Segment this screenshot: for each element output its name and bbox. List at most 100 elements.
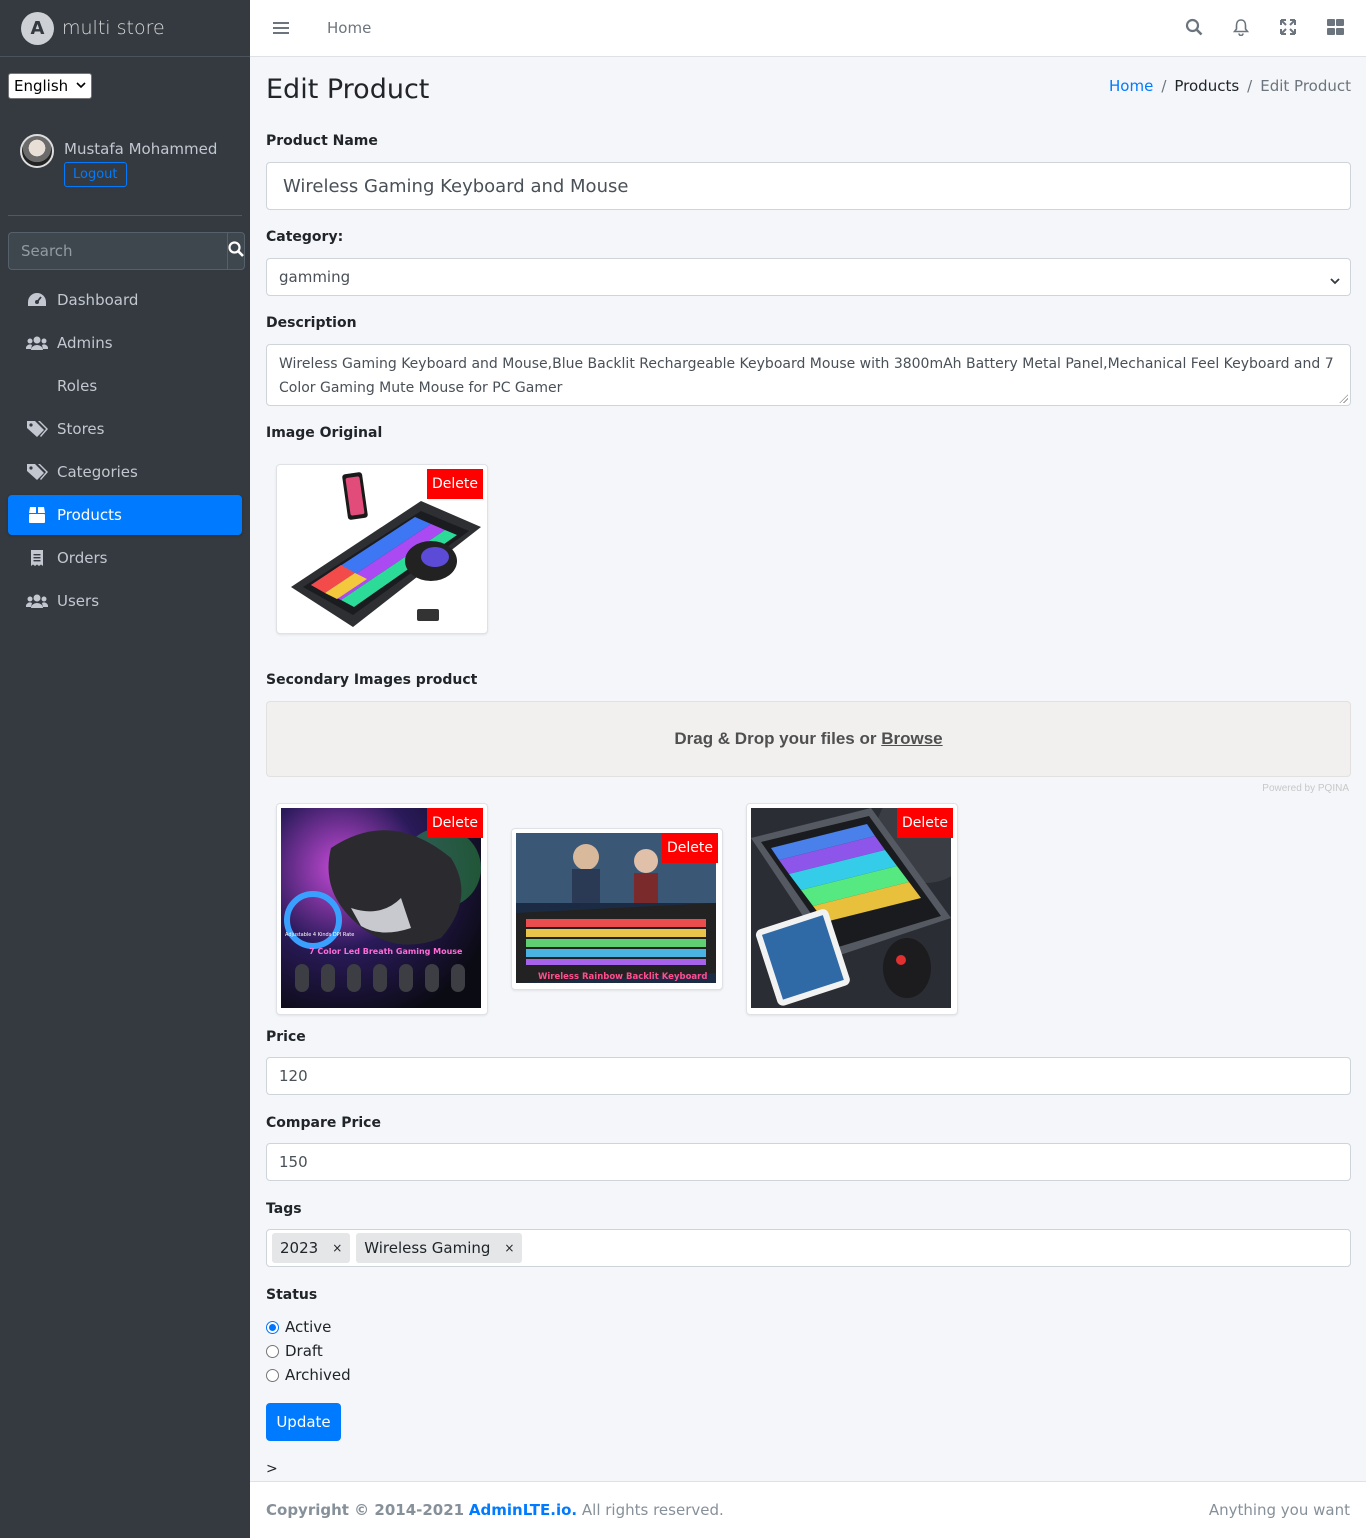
tags-label: Tags xyxy=(266,1201,302,1217)
breadcrumb-products[interactable]: Products xyxy=(1174,77,1239,95)
breadcrumb-current: Edit Product xyxy=(1260,77,1351,95)
sidebar-item-orders[interactable]: Orders xyxy=(8,538,242,578)
resize-handle-icon[interactable] xyxy=(1339,394,1348,403)
status-label: Status xyxy=(266,1287,318,1303)
box-icon xyxy=(26,506,48,524)
tag-label: 2023 xyxy=(280,1239,319,1257)
sidebar-nav: Dashboard Admins Roles Stores Categories xyxy=(0,280,250,621)
footer-right-text: Anything you want xyxy=(1208,1501,1350,1519)
radio-button[interactable] xyxy=(266,1368,279,1382)
top-nav-home-link[interactable]: Home xyxy=(327,19,371,37)
secondary-image-card: Delete xyxy=(746,803,958,1015)
image-caption: 7 Color Led Breath Gaming Mouse xyxy=(309,947,463,956)
description-label: Description xyxy=(266,315,357,331)
powered-by-text[interactable]: Powered by PQINA xyxy=(1262,783,1349,794)
description-textarea[interactable]: Wireless Gaming Keyboard and Mouse,Blue … xyxy=(266,344,1351,406)
sidebar-item-dashboard[interactable]: Dashboard xyxy=(8,280,242,320)
delete-secondary-image-button[interactable]: Delete xyxy=(897,808,953,838)
language-select[interactable]: English xyxy=(8,73,93,99)
footer-copyright: Copyright © 2014-2021 xyxy=(266,1501,465,1519)
users-icon xyxy=(26,592,48,610)
menu-toggle-icon[interactable] xyxy=(273,22,289,34)
receipt-icon xyxy=(26,549,48,567)
sidebar-search-button[interactable] xyxy=(227,232,245,270)
original-product-image: Delete xyxy=(281,469,483,629)
category-label: Category: xyxy=(266,229,344,245)
user-panel: Mustafa Mohammed Logout xyxy=(8,130,242,216)
secondary-image-card: Wireless Rainbow Backlit Keyboard Delete xyxy=(511,828,723,990)
sidebar-item-label: Dashboard xyxy=(57,291,139,309)
bell-icon[interactable] xyxy=(1232,18,1250,36)
tag-chip: 2023 × xyxy=(272,1233,351,1263)
browse-link[interactable]: Browse xyxy=(881,729,942,749)
language-selected: English xyxy=(14,77,69,95)
users-icon xyxy=(26,334,48,352)
dropzone-text: Drag & Drop your files or xyxy=(674,729,877,748)
avatar[interactable] xyxy=(20,134,54,168)
tags-input[interactable]: 2023 × Wireless Gaming × xyxy=(266,1229,1351,1267)
category-selected: gamming xyxy=(279,268,351,286)
product-name-input[interactable]: Wireless Gaming Keyboard and Mouse xyxy=(266,162,1351,210)
radio-button[interactable] xyxy=(266,1344,279,1358)
fullscreen-icon[interactable] xyxy=(1279,18,1297,36)
update-button[interactable]: Update xyxy=(266,1403,341,1441)
tag-label: Wireless Gaming xyxy=(364,1239,491,1257)
dashboard-icon xyxy=(26,291,48,309)
status-option-label: Active xyxy=(285,1318,332,1336)
product-name-label: Product Name xyxy=(266,133,378,149)
top-navbar: Home xyxy=(250,0,1366,57)
original-image-card: Delete xyxy=(276,464,488,634)
image-caption: Wireless Rainbow Backlit Keyboard xyxy=(538,972,707,982)
main-sidebar: A multi store English Mustafa Mohammed L… xyxy=(0,0,250,1538)
grid-icon[interactable] xyxy=(1326,18,1344,36)
sidebar-item-label: Roles xyxy=(57,377,98,395)
sidebar-search xyxy=(8,232,245,270)
category-select[interactable]: gamming xyxy=(266,258,1351,296)
status-option-active[interactable]: Active xyxy=(266,1318,331,1336)
page-title: Edit Product xyxy=(266,74,430,105)
file-dropzone[interactable]: Drag & Drop your files or Browse xyxy=(266,701,1351,777)
sidebar-item-label: Categories xyxy=(57,463,138,481)
secondary-product-image: Wireless Rainbow Backlit Keyboard Delete xyxy=(516,833,718,985)
delete-original-image-button[interactable]: Delete xyxy=(427,469,483,499)
breadcrumb: Home / Products / Edit Product xyxy=(1109,77,1351,95)
chevron-down-icon xyxy=(76,81,86,92)
tags-icon xyxy=(26,463,48,481)
radio-button[interactable] xyxy=(266,1320,279,1334)
price-input[interactable]: 120 xyxy=(266,1057,1351,1095)
breadcrumb-home[interactable]: Home xyxy=(1109,77,1153,95)
secondary-product-image: Adjustable 4 Kinds DPI Rate 7 Color Led … xyxy=(281,808,483,1010)
status-option-draft[interactable]: Draft xyxy=(266,1342,323,1360)
compare-price-label: Compare Price xyxy=(266,1115,381,1131)
sidebar-item-label: Users xyxy=(57,592,100,610)
sidebar-item-admins[interactable]: Admins xyxy=(8,323,242,363)
main-footer: Copyright © 2014-2021 AdminLTE.io. All r… xyxy=(250,1481,1366,1538)
sidebar-item-label: Products xyxy=(57,506,122,524)
search-icon xyxy=(228,241,244,261)
logout-button[interactable]: Logout xyxy=(64,162,127,187)
sidebar-item-products[interactable]: Products xyxy=(8,495,242,535)
secondary-images-label: Secondary Images product xyxy=(266,672,478,688)
footer-rights: All rights reserved. xyxy=(581,1501,724,1519)
sidebar-item-categories[interactable]: Categories xyxy=(8,452,242,492)
sidebar-item-roles[interactable]: Roles xyxy=(8,366,242,406)
sidebar-item-label: Stores xyxy=(57,420,105,438)
tag-remove-icon[interactable]: × xyxy=(332,1241,342,1255)
compare-price-input[interactable]: 150 xyxy=(266,1143,1351,1181)
tag-chip: Wireless Gaming × xyxy=(356,1233,523,1263)
tag-remove-icon[interactable]: × xyxy=(504,1241,514,1255)
sidebar-item-stores[interactable]: Stores xyxy=(8,409,242,449)
brand-link[interactable]: A multi store xyxy=(0,0,250,57)
secondary-product-image: Delete xyxy=(751,808,953,1010)
image-original-label: Image Original xyxy=(266,425,383,441)
sidebar-search-input[interactable] xyxy=(8,232,227,270)
secondary-image-card: Adjustable 4 Kinds DPI Rate 7 Color Led … xyxy=(276,803,488,1015)
status-option-archived[interactable]: Archived xyxy=(266,1366,351,1384)
user-name[interactable]: Mustafa Mohammed xyxy=(64,140,217,158)
sidebar-item-users[interactable]: Users xyxy=(8,581,242,621)
search-icon[interactable] xyxy=(1185,18,1203,36)
delete-secondary-image-button[interactable]: Delete xyxy=(427,808,483,838)
sidebar-item-label: Orders xyxy=(57,549,108,567)
footer-link[interactable]: AdminLTE.io. xyxy=(469,1501,577,1519)
delete-secondary-image-button[interactable]: Delete xyxy=(662,833,718,863)
